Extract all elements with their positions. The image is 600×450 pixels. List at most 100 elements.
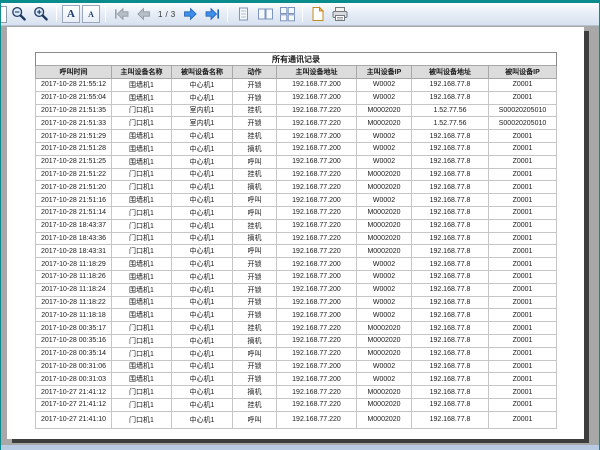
table-cell: 192.168.77.200 (277, 130, 357, 143)
two-page-view-button[interactable] (255, 4, 275, 24)
table-cell: 2017-10-28 18:43:37 (36, 219, 112, 232)
table-cell: 中心机1 (172, 206, 233, 219)
table-cell: 2017-10-28 21:55:04 (36, 91, 112, 104)
one-page-view-button[interactable] (233, 4, 253, 24)
table-row: 2017-10-28 18:43:37门口机1中心机1挂机192.168.77.… (36, 219, 557, 232)
horizontal-scrollbar[interactable] (1, 445, 599, 450)
last-page-button[interactable] (202, 4, 222, 24)
table-cell: 开锁 (233, 91, 277, 104)
table-cell: 192.168.77.8 (412, 347, 489, 360)
zoom-out-button[interactable] (9, 4, 29, 24)
table-cell: M0002020 (357, 206, 412, 219)
print-button[interactable] (330, 4, 350, 24)
table-cell: Z0001 (489, 309, 557, 322)
table-cell: W0002 (357, 296, 412, 309)
table-cell: 围墙机1 (112, 258, 172, 271)
table-cell: 192.168.77.200 (277, 155, 357, 168)
table-cell: Z0001 (489, 386, 557, 399)
table-cell: 门口机1 (112, 232, 172, 245)
table-cell: 192.168.77.200 (277, 79, 357, 92)
table-cell: 中心机1 (172, 334, 233, 347)
table-cell: Z0001 (489, 258, 557, 271)
table-cell: 192.168.77.8 (412, 386, 489, 399)
table-cell: 门口机1 (112, 322, 172, 335)
table-cell: 摘机 (233, 334, 277, 347)
table-cell: 192.168.77.8 (412, 360, 489, 373)
table-cell: 中心机1 (172, 219, 233, 232)
previous-page-icon (135, 7, 152, 21)
table-cell: Z0001 (489, 411, 557, 428)
table-cell: 2017-10-28 11:18:24 (36, 283, 112, 296)
table-cell: 192.168.77.200 (277, 270, 357, 283)
zoom-in-button[interactable] (31, 4, 51, 24)
one-page-view-icon (235, 6, 252, 22)
table-cell: 中心机1 (172, 155, 233, 168)
four-page-view-button[interactable] (277, 4, 297, 24)
table-cell: M0002020 (357, 219, 412, 232)
table-cell: 2017-10-28 21:51:35 (36, 104, 112, 117)
table-cell: 192.168.77.8 (412, 130, 489, 143)
records-table: 所有通讯记录 呼叫时间主叫设备名称被叫设备名称动作主叫设备地址主叫设备IP被叫设… (35, 52, 557, 429)
table-cell: Z0001 (489, 347, 557, 360)
table-cell: M0002020 (357, 104, 412, 117)
printer-icon (331, 6, 349, 22)
table-cell: 中心机1 (172, 373, 233, 386)
table-cell: 中心机1 (172, 194, 233, 207)
table-cell: 192.168.77.8 (412, 322, 489, 335)
table-cell: 2017-10-28 21:51:25 (36, 155, 112, 168)
toolbar: A A 1 / 3 (1, 3, 599, 26)
table-cell: 围墙机1 (112, 360, 172, 373)
table-row: 2017-10-28 11:18:22围墙机1中心机1开锁192.168.77.… (36, 296, 557, 309)
first-page-button[interactable] (111, 4, 131, 24)
table-cell: 围墙机1 (112, 142, 172, 155)
table-cell: 192.168.77.8 (412, 270, 489, 283)
table-cell: 192.168.77.8 (412, 168, 489, 181)
table-cell: 中心机1 (172, 130, 233, 143)
table-cell: 192.168.77.220 (277, 232, 357, 245)
page-separator: / (165, 10, 167, 19)
table-cell: 2017-10-28 00:35:17 (36, 322, 112, 335)
table-cell: 2017-10-28 21:51:22 (36, 168, 112, 181)
toolbar-separator (105, 6, 106, 22)
table-cell: Z0001 (489, 245, 557, 258)
table-cell: 192.168.77.8 (412, 219, 489, 232)
page-current[interactable]: 1 (158, 10, 162, 19)
font-larger-button[interactable]: A (62, 5, 80, 23)
table-cell: 2017-10-28 21:51:33 (36, 117, 112, 130)
first-page-icon (113, 7, 130, 21)
table-cell: 192.168.77.200 (277, 258, 357, 271)
table-cell: W0002 (357, 270, 412, 283)
table-row: 2017-10-28 00:35:16门口机1中心机1摘机192.168.77.… (36, 334, 557, 347)
table-cell: 围墙机1 (112, 283, 172, 296)
table-cell: 呼叫 (233, 194, 277, 207)
table-cell: M0002020 (357, 347, 412, 360)
previous-page-button[interactable] (133, 4, 153, 24)
table-cell: 开锁 (233, 296, 277, 309)
table-cell: Z0001 (489, 194, 557, 207)
table-cell: W0002 (357, 258, 412, 271)
table-row: 2017-10-28 00:35:17门口机1中心机1挂机192.168.77.… (36, 322, 557, 335)
table-cell: 门口机1 (112, 104, 172, 117)
table-cell: 摘机 (233, 181, 277, 194)
table-cell: 开锁 (233, 79, 277, 92)
table-row: 2017-10-28 21:51:20门口机1中心机1摘机192.168.77.… (36, 181, 557, 194)
table-row: 2017-10-27 21:41:10门口机1中心机1呼叫192.168.77.… (36, 411, 557, 428)
table-cell: 挂机 (233, 130, 277, 143)
table-cell: 192.168.77.8 (412, 398, 489, 411)
zoom-out-icon (11, 6, 27, 22)
table-cell: 2017-10-28 21:55:12 (36, 79, 112, 92)
table-cell: M0002020 (357, 168, 412, 181)
page-setup-button[interactable] (308, 4, 328, 24)
table-cell: Z0001 (489, 168, 557, 181)
table-cell: 摘机 (233, 142, 277, 155)
table-cell: 2017-10-27 21:41:12 (36, 386, 112, 399)
table-cell: Z0001 (489, 130, 557, 143)
toolbar-separator (227, 6, 228, 22)
table-cell: M0002020 (357, 117, 412, 130)
next-page-button[interactable] (180, 4, 200, 24)
table-cell: 中心机1 (172, 168, 233, 181)
font-smaller-button[interactable]: A (82, 5, 100, 23)
table-cell: 中心机1 (172, 79, 233, 92)
zoom-dropdown-partial[interactable] (1, 6, 7, 23)
table-cell: 开锁 (233, 117, 277, 130)
